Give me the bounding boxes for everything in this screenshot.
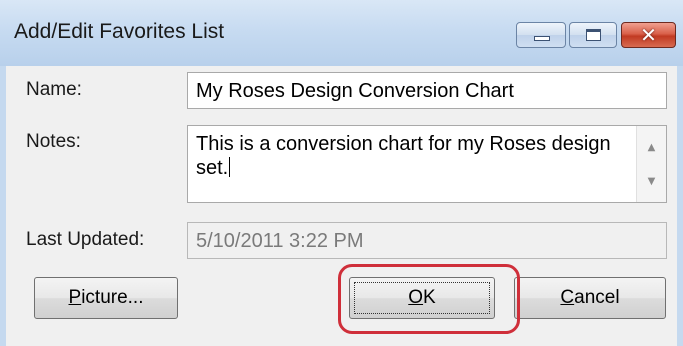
close-icon: ✕ <box>640 23 657 47</box>
picture-button[interactable]: Picture... <box>34 277 178 319</box>
last-updated-field: 5/10/2011 3:22 PM <box>187 222 667 259</box>
notes-textarea[interactable]: This is a conversion chart for my Roses … <box>187 125 667 203</box>
ok-highlight-annotation <box>338 264 520 334</box>
notes-label: Notes: <box>26 131 81 152</box>
name-label: Name: <box>26 79 82 100</box>
picture-button-label: icture... <box>81 287 144 308</box>
cancel-button-mnemonic: C <box>560 287 575 308</box>
window-title: Add/Edit Favorites List <box>14 20 225 43</box>
cancel-button-label: ancel <box>574 287 620 308</box>
minimize-icon <box>534 36 550 41</box>
close-button[interactable]: ✕ <box>621 22 676 48</box>
last-updated-value: 5/10/2011 3:22 PM <box>196 230 364 252</box>
minimize-button[interactable] <box>516 22 566 48</box>
notes-textarea-value: This is a conversion chart for my Roses … <box>196 133 611 179</box>
scroll-down-arrow-icon[interactable]: ▼ <box>637 172 666 192</box>
picture-button-mnemonic: P <box>68 287 82 308</box>
notes-scrollbar[interactable]: ▲ ▼ <box>636 126 666 202</box>
maximize-icon <box>586 29 601 41</box>
name-input[interactable]: My Roses Design Conversion Chart <box>187 72 667 109</box>
scroll-up-arrow-icon[interactable]: ▲ <box>637 138 666 158</box>
cancel-button[interactable]: Cancel <box>514 277 666 319</box>
name-input-value: My Roses Design Conversion Chart <box>196 80 514 102</box>
add-edit-favorites-dialog: Add/Edit Favorites List ✕ Name: My Roses… <box>0 0 683 346</box>
last-updated-label: Last Updated: <box>26 229 145 250</box>
title-bar[interactable]: Add/Edit Favorites List ✕ <box>0 0 683 67</box>
text-caret <box>229 157 231 177</box>
maximize-button[interactable] <box>569 22 617 48</box>
